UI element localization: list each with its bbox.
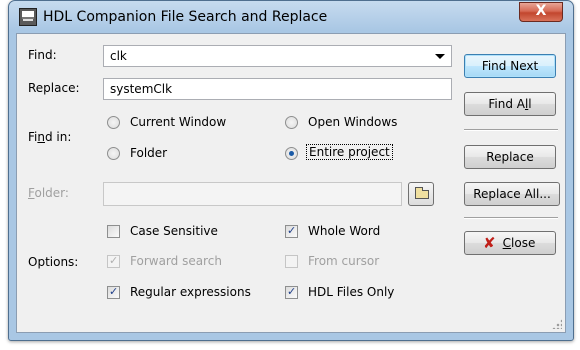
replace-label: Replace: [28,81,80,95]
dialog-window: HDL Companion File Search and Replace X … [8,0,574,341]
checkbox-hdl-files-only[interactable]: ✓ [285,285,298,299]
folder-input[interactable] [103,182,402,206]
from-cursor-label[interactable]: From cursor [308,254,379,268]
check-mark-icon: ✓ [287,224,297,237]
radio-folder[interactable] [107,147,120,160]
folder-label: Folder: [28,186,69,200]
regular-expressions-label[interactable]: Regular expressions [130,285,251,299]
radio-entire-project-label[interactable]: Entire project [306,144,393,160]
find-all-button[interactable]: Find All [464,92,556,116]
replace-all-button[interactable]: Replace All... [464,182,560,206]
checkbox-regular-expressions[interactable]: ✓ [107,285,120,299]
find-in-label: Find in: [28,130,72,144]
resize-grip[interactable] [552,319,562,329]
app-icon [19,8,37,26]
radio-open-windows[interactable] [285,116,298,129]
close-icon: ✘ [483,234,496,252]
replace-input[interactable]: systemClk [103,78,452,100]
replace-button[interactable]: Replace [464,145,556,169]
radio-folder-label[interactable]: Folder [130,146,167,160]
folder-open-icon [415,187,429,199]
radio-open-windows-label[interactable]: Open Windows [308,115,397,129]
forward-search-label[interactable]: Forward search [130,254,222,268]
checkbox-whole-word[interactable]: ✓ [285,224,298,238]
button-separator-1 [464,129,558,131]
find-value: clk [110,49,127,63]
close-x-icon: X [535,3,547,19]
check-mark-icon: ✓ [109,285,119,298]
radio-current-window-label[interactable]: Current Window [130,115,226,129]
radio-current-window[interactable] [107,116,120,129]
dialog-client-area: Find: clk Replace: systemClk Find in: Cu… [16,33,566,333]
find-label: Find: [28,48,57,62]
close-button[interactable]: ✘ Close [464,231,556,255]
case-sensitive-label[interactable]: Case Sensitive [130,224,218,238]
radio-entire-project[interactable] [285,147,298,160]
chevron-down-icon[interactable] [435,54,445,59]
window-close-button[interactable]: X [519,2,563,22]
options-label: Options: [28,255,79,269]
hdl-files-only-label[interactable]: HDL Files Only [308,285,394,299]
replace-value: systemClk [110,82,173,96]
browse-folder-button[interactable] [408,182,434,206]
checkbox-case-sensitive[interactable] [107,225,120,238]
check-mark-icon: ✓ [287,285,297,298]
check-mark-icon: ✓ [109,254,119,267]
checkbox-forward-search[interactable]: ✓ [107,254,120,268]
window-title: HDL Companion File Search and Replace [43,9,328,25]
title-bar[interactable]: HDL Companion File Search and Replace X [9,1,573,33]
checkbox-from-cursor[interactable] [285,255,298,268]
whole-word-label[interactable]: Whole Word [308,224,380,238]
button-separator-2 [464,217,558,219]
find-combobox[interactable]: clk [103,45,452,67]
find-next-button[interactable]: Find Next [464,54,556,78]
